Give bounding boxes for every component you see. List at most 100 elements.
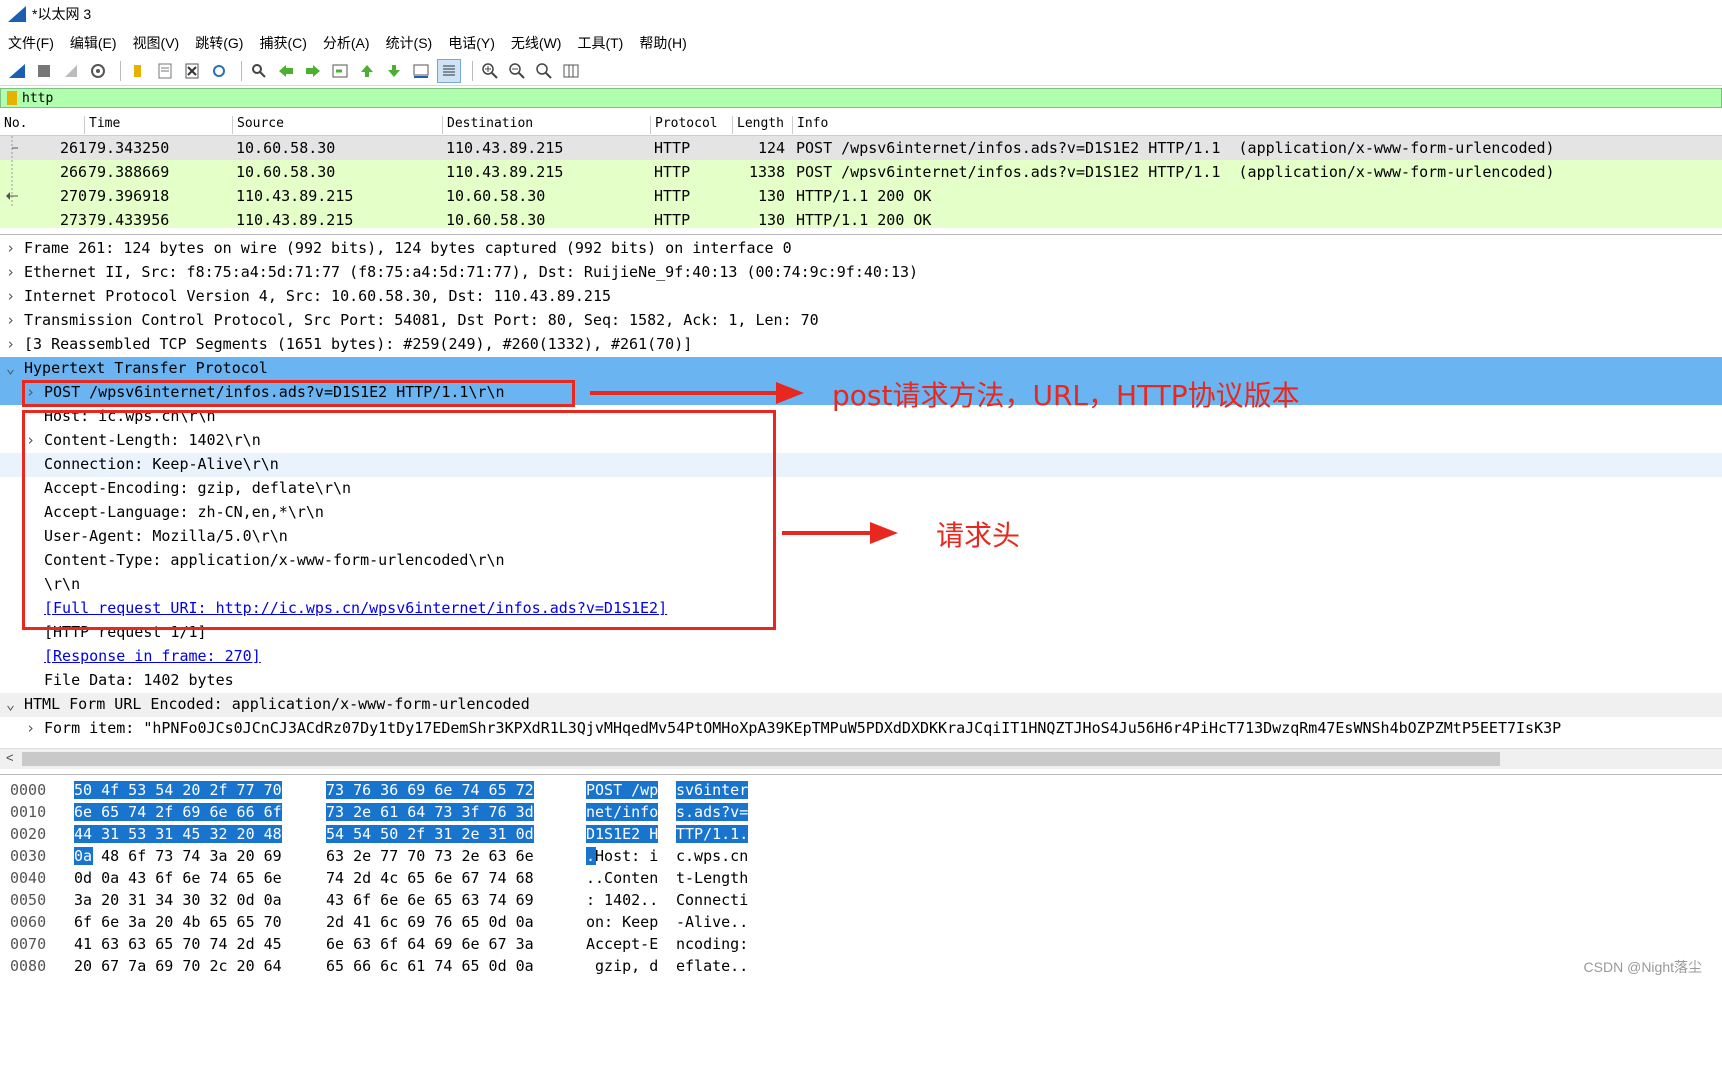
scrollbar-thumb[interactable] [22,752,1500,766]
tree-item-form-urlencoded[interactable]: ⌄ HTML Form URL Encoded: application/x-ww… [0,693,1722,717]
packet-time: 79.343250 [88,139,170,157]
annotation-request-headers-label: 请求头 [936,519,1021,552]
resize-columns-icon[interactable] [560,60,582,82]
bytes-row[interactable]: 0060 6f 6e 3a 20 4b 65 65 70 2d 41 6c 69… [0,913,748,935]
first-packet-icon[interactable] [356,60,378,82]
bytes-ascii-2: t-Length [676,869,749,887]
tree-item-frame[interactable]: › Frame 261: 124 bytes on wire (992 bits)… [0,237,1722,261]
bytes-row[interactable]: 0020 44 31 53 31 45 32 20 48 54 54 50 2f… [0,825,749,847]
column-info[interactable]: Info [792,116,828,134]
menu-wireless[interactable]: 无线(W) [503,33,570,53]
packet-row[interactable]: 261 79.343250 10.60.58.30 110.43.89.215 … [0,136,1722,160]
zoom-normal-icon[interactable] [533,60,555,82]
column-destination[interactable]: Destination [442,116,533,134]
bytes-hex-2: 73 76 36 69 6e 74 65 72 [326,781,534,799]
packet-row[interactable]: 273 79.433956 110.43.89.215 10.60.58.30 … [0,208,1722,228]
column-length[interactable]: Length [732,116,784,134]
menu-view[interactable]: 视图(V) [125,33,188,53]
details-horizontal-scrollbar[interactable]: < [0,748,1722,769]
packet-protocol: HTTP [654,211,691,228]
menu-telephony[interactable]: 电话(Y) [440,33,503,53]
colorize-icon[interactable] [437,58,461,83]
expand-arrow-icon[interactable]: › [6,335,15,353]
bytes-row[interactable]: 0070 41 63 63 65 70 74 2d 45 6e 63 6f 64… [0,935,748,957]
zoom-in-icon[interactable] [479,60,501,82]
tree-item-form-item[interactable]: › Form item: "hPNFo0JCs0JCnCJ3ACdRz07Dy1t… [0,717,1722,741]
scroll-left-icon[interactable]: < [6,750,14,765]
menu-statistics[interactable]: 统计(S) [378,33,441,53]
bytes-ascii-2: -Alive.. [676,913,749,931]
menu-tools[interactable]: 工具(T) [569,33,631,53]
display-filter-input[interactable] [22,89,1522,107]
packet-info: POST /wpsv6internet/infos.ads?v=D1S1E2 H… [796,163,1555,181]
bytes-row[interactable]: 0040 0d 0a 43 6f 6e 74 65 6e 74 2d 4c 65… [0,869,748,891]
reload-icon[interactable] [208,60,230,82]
zoom-out-icon[interactable] [506,60,528,82]
bytes-ascii-1: net/info [586,803,659,821]
menu-bar: 文件(F) 编辑(E) 视图(V) 跳转(G) 捕获(C) 分析(A) 统计(S… [0,30,1722,56]
tree-item-response-frame[interactable]: [Response in frame: 270] [0,645,1722,669]
go-back-icon[interactable] [275,60,297,82]
bytes-ascii-2: s.ads?v= [676,803,749,821]
packet-protocol: HTTP [654,187,691,205]
tree-item-ethernet[interactable]: › Ethernet II, Src: f8:75:a4:5d:71:77 (f8… [0,261,1722,285]
tree-item-ip[interactable]: › Internet Protocol Version 4, Src: 10.60… [0,285,1722,309]
autoscroll-icon[interactable] [410,60,432,82]
tree-item-label: File Data: 1402 bytes [44,671,234,689]
column-time[interactable]: Time [84,116,120,134]
packet-length: 130 [758,211,786,228]
tree-item-file-data[interactable]: File Data: 1402 bytes [0,669,1722,693]
close-file-icon[interactable] [181,60,203,82]
stop-icon[interactable] [33,60,55,82]
tree-item-tcp[interactable]: › Transmission Control Protocol, Src Port… [0,309,1722,333]
bytes-offset: 0000 [10,781,47,799]
menu-go[interactable]: 跳转(G) [187,33,251,53]
tree-item-reassembled[interactable]: › [3 Reassembled TCP Segments (1651 bytes… [0,333,1722,357]
bytes-ascii-2: Connecti [676,891,749,909]
column-no[interactable]: No. [0,116,27,134]
expand-arrow-icon[interactable]: › [6,287,15,305]
restart-icon[interactable] [60,60,82,82]
menu-capture[interactable]: 捕获(C) [251,33,314,53]
expand-arrow-icon[interactable]: › [6,263,15,281]
bytes-ascii-1: : 1402.. [586,891,659,909]
expand-arrow-icon[interactable]: › [6,311,15,329]
menu-analyze[interactable]: 分析(A) [315,33,378,53]
packet-row[interactable]: 266 79.388669 10.60.58.30 110.43.89.215 … [0,160,1722,184]
collapse-arrow-icon[interactable]: ⌄ [6,359,15,377]
shark-fin-icon[interactable] [6,60,28,82]
menu-edit[interactable]: 编辑(E) [62,33,125,53]
collapse-arrow-icon[interactable]: ⌄ [6,695,15,713]
bytes-row[interactable]: 0000 50 4f 53 54 20 2f 77 70 73 76 36 69… [0,781,749,803]
title-bar: *以太网 3 [0,0,1722,28]
bytes-row[interactable]: 0030 0a 48 6f 73 74 3a 20 69 0a 63 2e 77… [0,847,748,869]
bytes-hex-highlight: 0a [74,847,93,865]
open-folder-icon[interactable] [127,60,149,82]
bytes-row[interactable]: 0010 6e 65 74 2f 69 6e 66 6f 73 2e 61 64… [0,803,749,825]
menu-file[interactable]: 文件(F) [0,33,62,53]
options-gear-icon[interactable] [87,60,109,82]
expand-arrow-icon[interactable]: › [6,239,15,257]
packet-info: HTTP/1.1 200 OK [796,187,932,205]
column-protocol[interactable]: Protocol [650,116,718,134]
last-packet-icon[interactable] [383,60,405,82]
annotation-request-line-label: post请求方法，URL，HTTP协议版本 [832,379,1300,412]
save-file-icon[interactable] [154,60,176,82]
go-to-packet-icon[interactable] [329,60,351,82]
bytes-row[interactable]: 0050 3a 20 31 34 30 32 0d 0a 43 6f 6e 6e… [0,891,748,913]
column-source[interactable]: Source [232,116,284,134]
find-icon[interactable] [248,60,270,82]
menu-help[interactable]: 帮助(H) [631,33,694,53]
expand-arrow-icon[interactable]: › [26,719,35,737]
response-relation-icon [6,184,18,208]
go-forward-icon[interactable] [302,60,324,82]
bytes-hex-1: 41 63 63 65 70 74 2d 45 [74,935,282,953]
bytes-ascii-2: eflate.. [676,957,749,975]
bytes-ascii-1: D1S1E2 H [586,825,659,843]
packet-row[interactable]: 270 79.396918 110.43.89.215 10.60.58.30 … [0,184,1722,208]
packet-list-header: No. Time Source Destination Protocol Len… [0,113,1722,136]
bytes-ascii-2: sv6inter [676,781,749,799]
bookmark-icon[interactable] [7,91,17,105]
response-frame-link[interactable]: [Response in frame: 270] [44,647,261,665]
bytes-row[interactable]: 0080 20 67 7a 69 70 2c 20 64 65 66 6c 61… [0,957,748,979]
